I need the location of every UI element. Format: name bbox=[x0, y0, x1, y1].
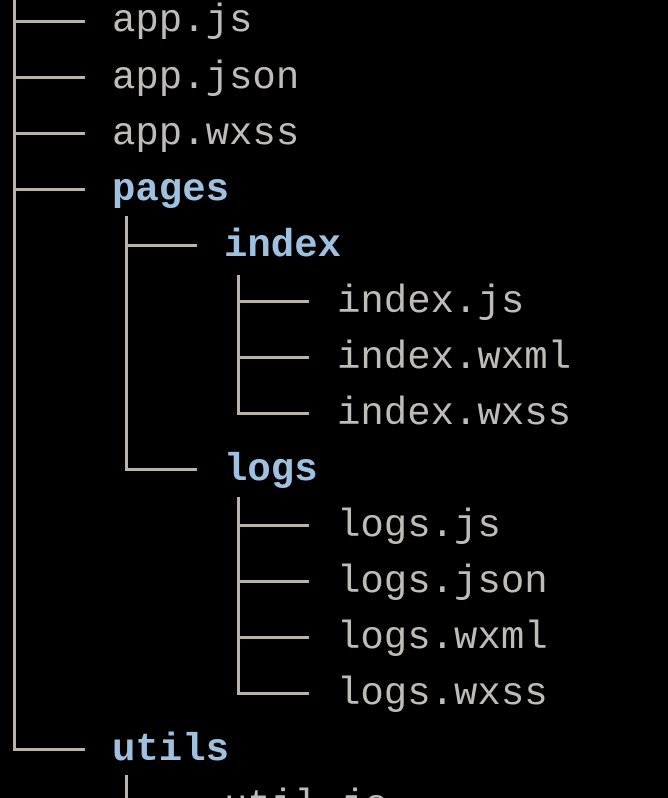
tree-row[interactable]: utils bbox=[0, 728, 668, 776]
tree-branch bbox=[237, 636, 309, 639]
file-label: logs.js bbox=[337, 504, 501, 548]
tree-row[interactable]: index.wxml bbox=[0, 336, 668, 384]
tree-row[interactable]: util.js bbox=[0, 784, 668, 798]
file-tree: app.js app.json app.wxss pages index ind… bbox=[0, 0, 668, 798]
tree-row[interactable]: app.wxss bbox=[0, 112, 668, 160]
tree-row[interactable]: logs.js bbox=[0, 504, 668, 552]
tree-row[interactable]: logs bbox=[0, 448, 668, 496]
tree-row[interactable]: index.wxss bbox=[0, 392, 668, 440]
tree-row[interactable]: index.js bbox=[0, 280, 668, 328]
folder-label: utils bbox=[112, 728, 230, 772]
tree-branch bbox=[237, 300, 309, 303]
file-label: logs.wxss bbox=[337, 672, 548, 716]
tree-branch bbox=[237, 412, 309, 415]
folder-label: index bbox=[224, 224, 342, 268]
tree-branch bbox=[13, 20, 85, 23]
tree-branch bbox=[13, 76, 85, 79]
file-label: app.js bbox=[112, 0, 253, 43]
tree-branch bbox=[237, 580, 309, 583]
tree-branch bbox=[125, 468, 197, 471]
file-label: logs.json bbox=[337, 560, 548, 604]
tree-branch bbox=[237, 692, 309, 695]
tree-row[interactable]: pages bbox=[0, 168, 668, 216]
tree-branch bbox=[237, 524, 309, 527]
tree-branch bbox=[13, 188, 85, 191]
tree-branch bbox=[125, 244, 197, 247]
file-label: logs.wxml bbox=[337, 616, 548, 660]
tree-row[interactable]: logs.json bbox=[0, 560, 668, 608]
file-label: index.wxml bbox=[337, 336, 572, 380]
folder-label: logs bbox=[224, 448, 318, 492]
tree-branch bbox=[13, 748, 85, 751]
tree-branch bbox=[237, 356, 309, 359]
file-label: index.js bbox=[337, 280, 525, 324]
tree-row[interactable]: index bbox=[0, 224, 668, 272]
file-label: app.wxss bbox=[112, 112, 300, 156]
tree-row[interactable]: app.js bbox=[0, 0, 668, 48]
file-label: util.js bbox=[224, 787, 388, 798]
file-label: app.json bbox=[112, 56, 300, 100]
tree-row[interactable]: logs.wxss bbox=[0, 672, 668, 720]
tree-row[interactable]: app.json bbox=[0, 56, 668, 104]
tree-row[interactable]: logs.wxml bbox=[0, 616, 668, 664]
folder-label: pages bbox=[112, 168, 230, 212]
tree-branch bbox=[13, 132, 85, 135]
file-label: index.wxss bbox=[337, 392, 572, 436]
